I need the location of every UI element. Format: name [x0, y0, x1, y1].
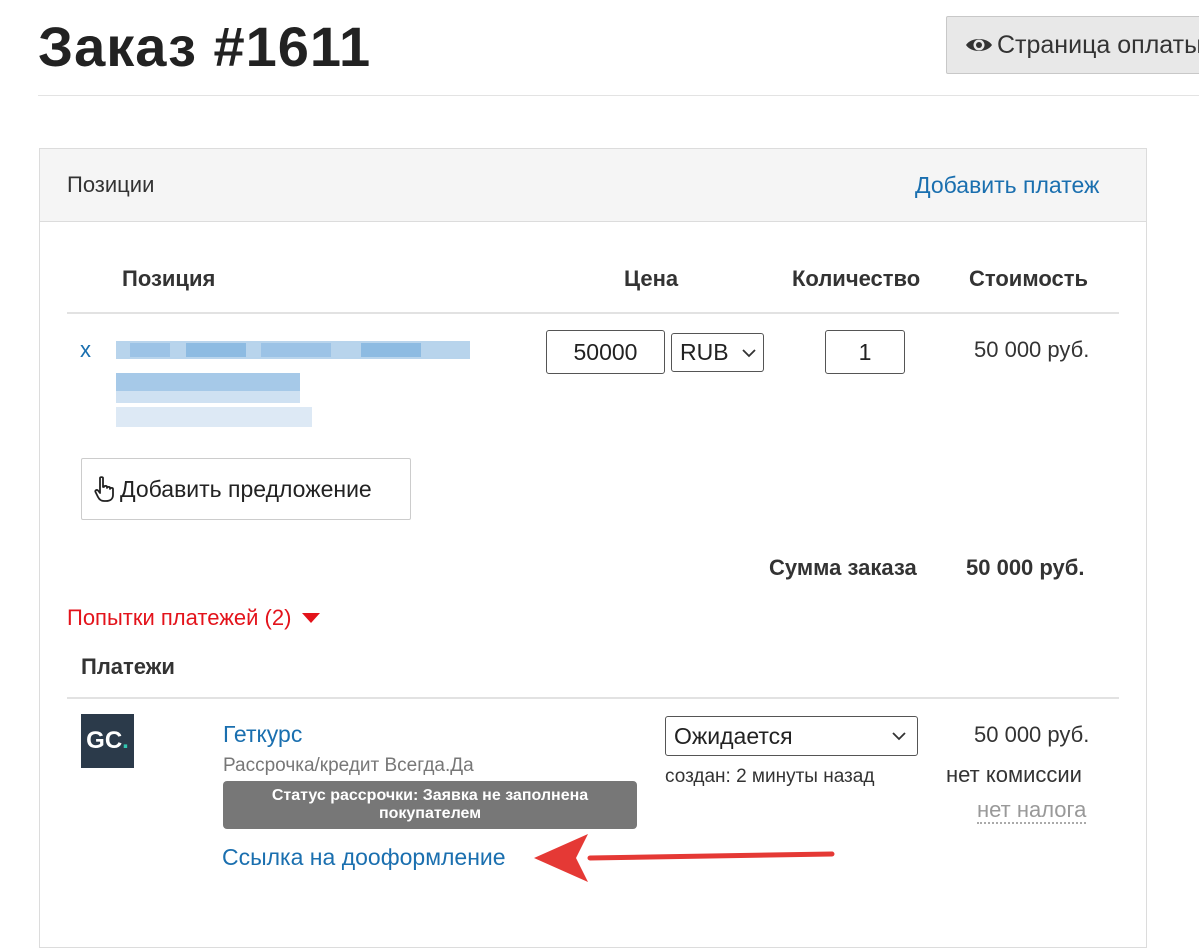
payment-amount: 50 000 руб. [974, 722, 1090, 747]
red-arrow-annotation [534, 834, 835, 882]
installment-status-badge: Статус рассрочки: Заявка не заполнена по… [223, 781, 637, 829]
payment-status-select[interactable]: Ожидается [665, 716, 918, 756]
payment-attempts-toggle[interactable]: Попытки платежей (2) [67, 605, 321, 631]
payment-page-label: Страница оплаты [997, 30, 1199, 59]
chevron-down-icon [892, 732, 906, 741]
table-header-divider [67, 312, 1119, 314]
order-sum-value: 50 000 руб. [966, 555, 1085, 580]
logo-text: GC [86, 727, 123, 754]
price-input[interactable]: 50000 [546, 330, 665, 374]
eye-icon [966, 39, 992, 51]
logo-dot: . [122, 727, 129, 754]
pointing-hand-icon [94, 476, 114, 502]
order-sum-label: Сумма заказа [769, 555, 917, 580]
header-divider [38, 95, 1199, 96]
add-offer-button[interactable]: Добавить предложение [81, 458, 411, 520]
panel-title: Позиции [67, 172, 155, 197]
payment-method: Рассрочка/кредит Всегда.Да [223, 755, 474, 776]
payment-attempts-label: Попытки платежей (2) [67, 605, 292, 630]
column-header-cost: Стоимость [969, 266, 1089, 291]
currency-value: RUB [680, 339, 729, 365]
getcourse-logo: GC. [81, 714, 134, 768]
blurred-item-name [116, 327, 470, 435]
remove-item-button[interactable]: x [80, 337, 91, 363]
column-header-quantity: Количество [792, 266, 921, 291]
column-header-position: Позиция [122, 266, 216, 291]
completion-link[interactable]: Ссылка на дооформление [222, 844, 506, 871]
payment-fee: нет комиссии [946, 762, 1082, 787]
caret-down-icon [302, 613, 321, 623]
item-cost: 50 000 руб. [974, 337, 1090, 362]
payments-heading: Платежи [81, 654, 175, 679]
quantity-input[interactable]: 1 [825, 330, 905, 374]
payment-provider-link[interactable]: Геткурс [223, 721, 302, 748]
payment-page-button[interactable]: Страница оплаты [946, 16, 1199, 74]
payments-divider [67, 697, 1119, 699]
add-offer-label: Добавить предложение [120, 475, 372, 502]
payment-status-value: Ожидается [674, 722, 793, 749]
column-header-price: Цена [624, 266, 679, 291]
payment-tax[interactable]: нет налога [977, 798, 1087, 824]
payment-created-time: создан: 2 минуты назад [665, 766, 875, 787]
add-payment-link[interactable]: Добавить платеж [915, 172, 1099, 199]
chevron-down-icon [741, 348, 756, 357]
page-title: Заказ #1611 [38, 15, 372, 78]
currency-select[interactable]: RUB [671, 333, 764, 372]
